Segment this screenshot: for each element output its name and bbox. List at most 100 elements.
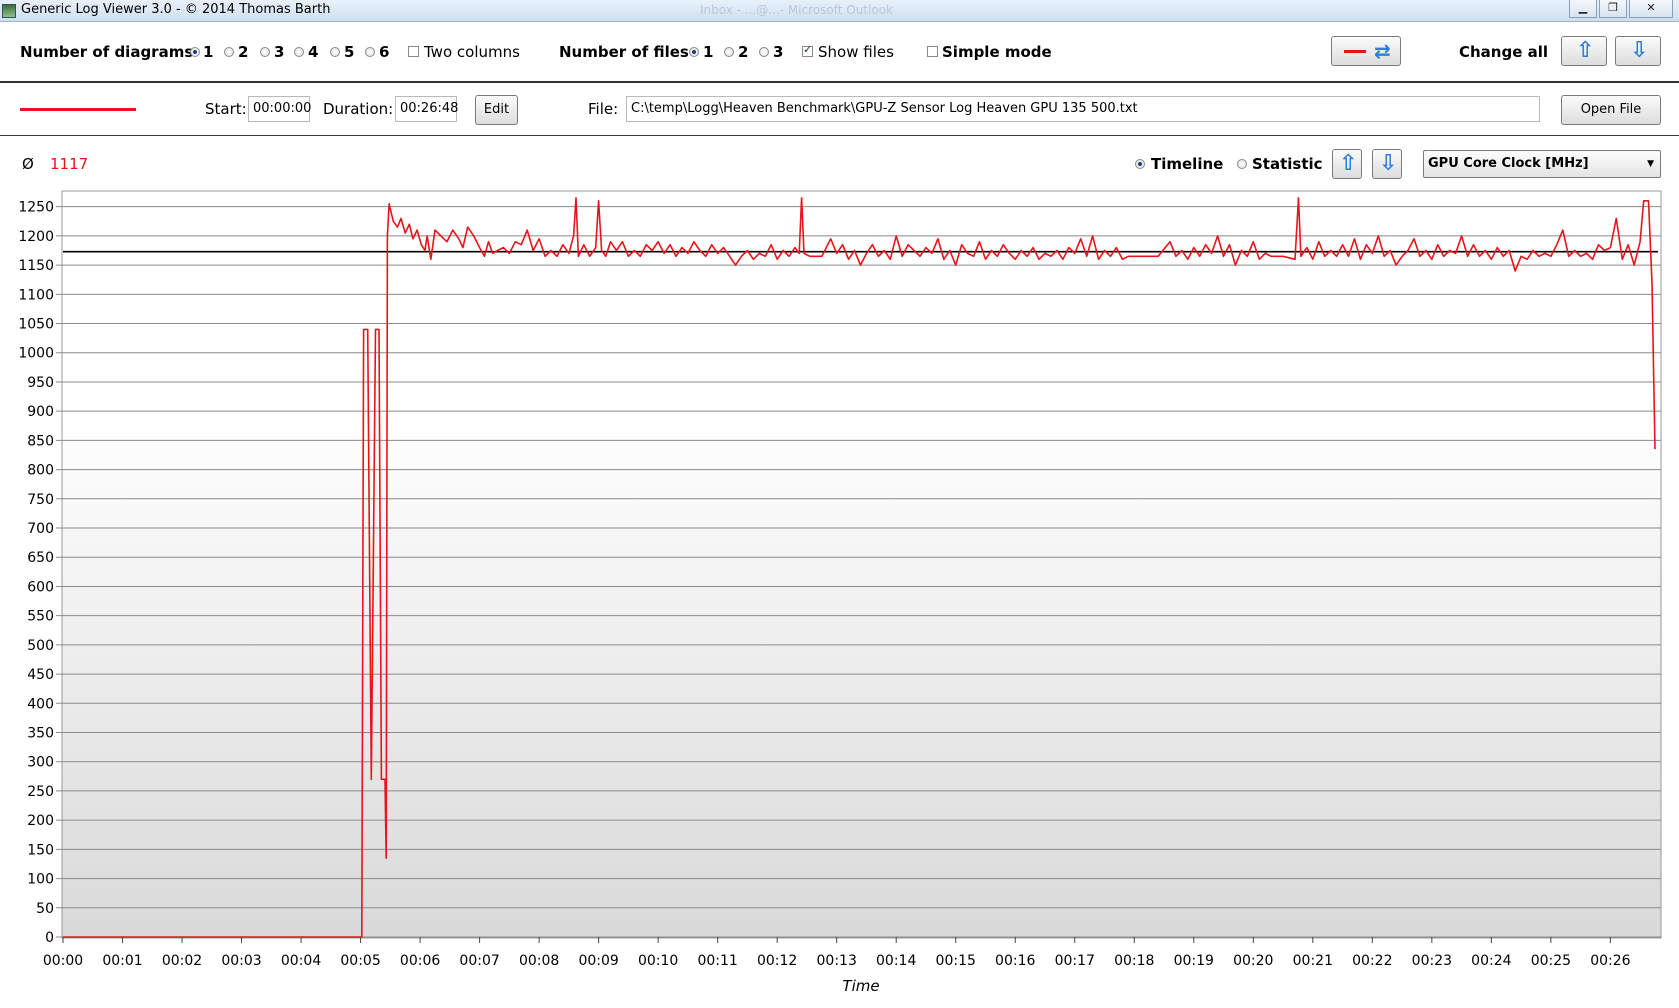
y-tick-label: 950 — [27, 375, 54, 391]
window-title: Generic Log Viewer 3.0 - © 2014 Thomas B… — [21, 2, 331, 17]
y-tick-label: 600 — [27, 579, 54, 595]
diagrams-radio-6[interactable] — [365, 47, 375, 57]
diagrams-radio-2-label: 2 — [238, 43, 249, 61]
x-tick-label: 00:20 — [1233, 953, 1273, 969]
y-tick-label: 0 — [45, 930, 54, 946]
x-tick-label: 00:21 — [1293, 953, 1333, 969]
x-tick-label: 00:06 — [400, 953, 440, 969]
y-tick-label: 200 — [27, 813, 54, 829]
arrow-up-icon: ⇧ — [1339, 151, 1358, 176]
swap-series-button[interactable]: ⇄ — [1331, 36, 1401, 66]
y-tick-label: 450 — [27, 667, 54, 683]
simple-mode-label: Simple mode — [942, 43, 1052, 61]
plot-area — [61, 190, 1662, 939]
move-up-all-button[interactable]: ⇧ — [1561, 36, 1607, 66]
y-tick-label: 250 — [27, 784, 54, 800]
diagrams-label: Number of diagrams — [20, 43, 194, 61]
file-path-field[interactable]: C:\temp\Logg\Heaven Benchmark\GPU-Z Sens… — [626, 96, 1540, 122]
x-tick-label: 00:07 — [459, 953, 499, 969]
show-files-checkbox[interactable] — [802, 43, 813, 57]
x-tick-label: 00:17 — [1055, 953, 1095, 969]
timeline-radio[interactable] — [1135, 159, 1145, 169]
diagrams-radio-1-label: 1 — [203, 43, 214, 61]
x-tick-label: 00:19 — [1174, 953, 1214, 969]
diagrams-radio-6-label: 6 — [379, 43, 390, 61]
start-label: Start: — [205, 100, 247, 118]
arrow-down-icon: ⇩ — [1630, 38, 1649, 63]
global-options-bar: Number of diagrams 1 2 3 4 5 6 Two colum… — [0, 21, 1679, 83]
x-tick-label: 00:00 — [43, 953, 83, 969]
y-tick-label: 1150 — [18, 258, 54, 274]
files-radio-1[interactable] — [689, 47, 699, 57]
minimize-button[interactable]: ▁ — [1569, 0, 1597, 18]
statistic-radio[interactable] — [1237, 159, 1247, 169]
files-radio-2[interactable] — [724, 47, 734, 57]
x-tick-label: 00:26 — [1590, 953, 1630, 969]
x-tick-label: 00:05 — [340, 953, 380, 969]
y-tick-label: 900 — [27, 404, 54, 420]
restore-button[interactable]: ❐ — [1599, 0, 1627, 18]
diagrams-radio-5[interactable] — [330, 47, 340, 57]
sensor-select-value: GPU Core Clock [MHz] — [1428, 156, 1589, 171]
y-tick-label: 500 — [27, 638, 54, 654]
x-tick-label: 00:02 — [162, 953, 202, 969]
app-icon — [2, 4, 16, 18]
y-tick-label: 1050 — [18, 317, 54, 333]
move-diagram-down-button[interactable]: ⇩ — [1372, 149, 1402, 179]
title-bar: Generic Log Viewer 3.0 - © 2014 Thomas B… — [0, 0, 1679, 22]
background-window-title: Inbox - ...@...- Microsoft Outlook — [700, 3, 893, 17]
sensor-select[interactable]: GPU Core Clock [MHz] ▼ — [1423, 150, 1661, 178]
arrow-up-icon: ⇧ — [1576, 38, 1595, 63]
x-tick-label: 00:10 — [638, 953, 678, 969]
y-tick-label: 350 — [27, 726, 54, 742]
x-tick-label: 00:13 — [817, 953, 857, 969]
diagrams-radio-5-label: 5 — [344, 43, 355, 61]
files-radio-2-label: 2 — [738, 43, 749, 61]
timeline-label: Timeline — [1151, 155, 1224, 173]
edit-button[interactable]: Edit — [475, 95, 518, 125]
y-tick-label: 850 — [27, 433, 54, 449]
duration-field[interactable]: 00:26:48 — [395, 96, 458, 122]
files-radio-3[interactable] — [759, 47, 769, 57]
x-tick-label: 00:11 — [697, 953, 737, 969]
x-tick-label: 00:12 — [757, 953, 797, 969]
y-tick-label: 1000 — [18, 346, 54, 362]
x-tick-label: 00:15 — [936, 953, 976, 969]
two-columns-checkbox[interactable] — [408, 46, 419, 57]
simple-mode-checkbox[interactable] — [927, 46, 938, 57]
two-columns-label: Two columns — [424, 43, 520, 61]
files-radio-1-label: 1 — [703, 43, 714, 61]
y-tick-label: 1250 — [18, 200, 54, 216]
average-symbol: Ø — [22, 155, 34, 173]
y-tick-label: 300 — [27, 755, 54, 771]
x-tick-label: 00:09 — [578, 953, 618, 969]
x-tick-label: 00:03 — [221, 953, 261, 969]
close-button[interactable]: ✕ — [1629, 0, 1673, 18]
move-diagram-up-button[interactable]: ⇧ — [1332, 149, 1362, 179]
x-tick-label: 00:14 — [876, 953, 916, 969]
show-files-label: Show files — [818, 43, 894, 61]
x-axis-title: Time — [842, 977, 879, 995]
y-tick-label: 1200 — [18, 229, 54, 245]
diagrams-radio-3[interactable] — [260, 47, 270, 57]
x-tick-label: 00:18 — [1114, 953, 1154, 969]
start-field[interactable]: 00:00:00 — [248, 96, 311, 122]
move-down-all-button[interactable]: ⇩ — [1615, 36, 1661, 66]
diagrams-radio-1[interactable] — [190, 47, 200, 57]
x-tick-label: 00:24 — [1471, 953, 1511, 969]
timeline-chart[interactable]: 0 50 100 150 200 250 300 350 400 450 500 550 600 650 7… — [0, 185, 1679, 1008]
y-tick-label: 1100 — [18, 287, 54, 303]
series-line-icon — [1344, 50, 1366, 53]
x-tick-label: 00:25 — [1531, 953, 1571, 969]
diagrams-radio-4[interactable] — [294, 47, 304, 57]
change-all-label: Change all — [1459, 43, 1549, 61]
y-tick-label: 700 — [27, 521, 54, 537]
file-label: File: — [588, 100, 619, 118]
x-tick-label: 00:23 — [1412, 953, 1452, 969]
x-tick-label: 00:16 — [995, 953, 1035, 969]
duration-label: Duration: — [323, 100, 394, 118]
diagrams-radio-2[interactable] — [224, 47, 234, 57]
open-file-button[interactable]: Open File — [1561, 95, 1661, 125]
series-color-swatch[interactable] — [20, 108, 136, 111]
y-tick-label: 50 — [36, 901, 54, 917]
